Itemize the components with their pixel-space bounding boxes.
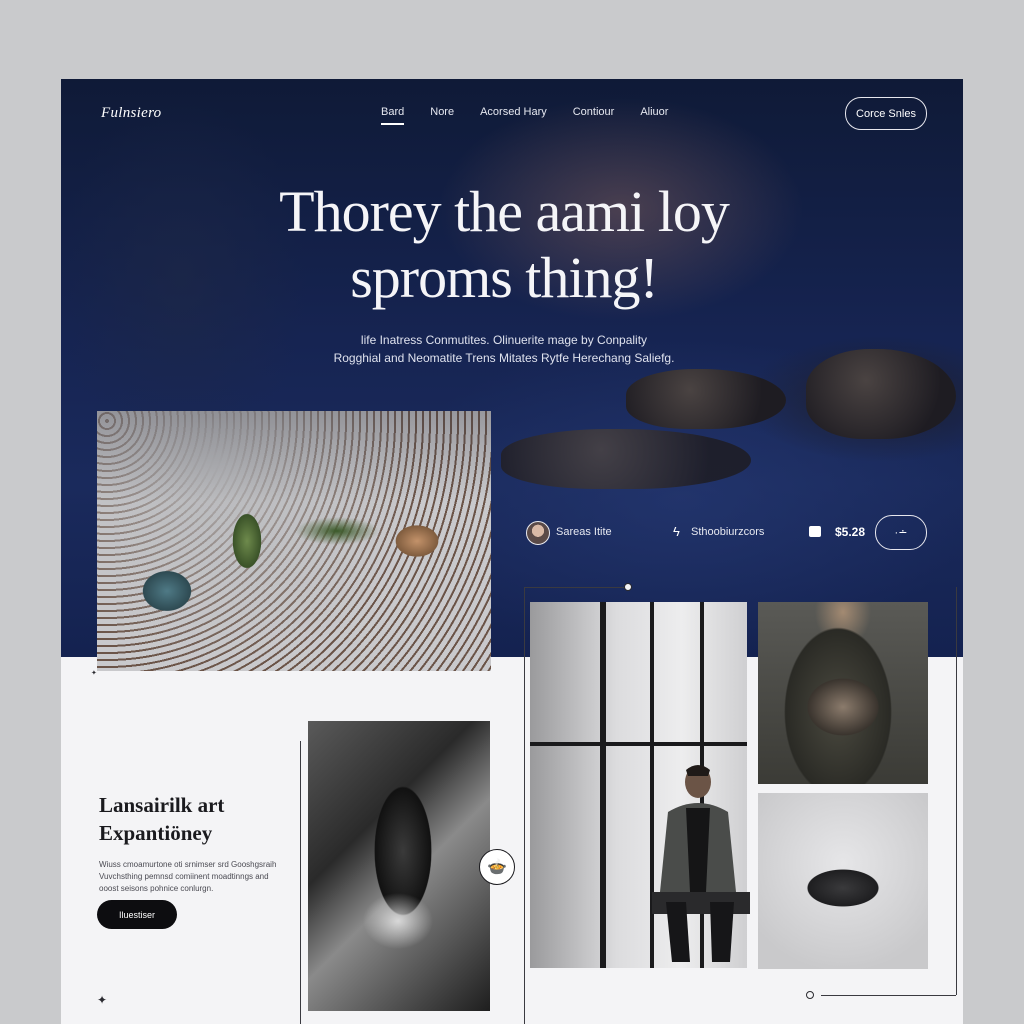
hero-meta-bar: Sareas Itite ϟ Sthoobiurzcors $5.28 ·∸ [526, 515, 946, 551]
author-avatar[interactable] [526, 521, 550, 545]
sparkle-icon: ✦ [91, 670, 97, 677]
nav-link-acorsed[interactable]: Acorsed Hary [480, 106, 547, 118]
divider [956, 587, 957, 995]
hero-subtext-line-1: life Inatress Conmutites. Olinuerite mag… [360, 333, 648, 347]
object-still-life-photo [758, 793, 928, 969]
hero-subtext-line-2: Rogghial and Neomatite Trens Mitates Ryt… [333, 351, 675, 365]
seated-person-figure [652, 765, 750, 962]
hero-headline-line-2: sproms thing! [350, 245, 659, 310]
sand-photo [97, 411, 491, 671]
meta-price: $5.28 [835, 525, 866, 539]
nav-link-bard[interactable]: Bard [381, 106, 405, 125]
landing-page: Fulnsiero Bard Nore Acorsed Hary Contiou… [61, 79, 963, 1024]
feature-text-block: Lansairilk art Expantiöney Wiuss cmoamur… [99, 791, 299, 895]
nav-cta-button[interactable]: Corce Snles [845, 97, 927, 130]
nav-link-nore[interactable]: Nore [430, 106, 454, 118]
hero-headline-line-1: Thorey the aami loy [279, 179, 730, 244]
site-logo[interactable]: Fulnsiero [101, 105, 161, 122]
bolt-icon: ϟ [673, 524, 680, 539]
hero-subtext: life Inatress Conmutites. Olinuerite mag… [61, 331, 947, 367]
hero-rock [501, 429, 751, 489]
divider [300, 741, 301, 1024]
meta-category[interactable]: Sthoobiurzcors [691, 526, 764, 538]
hands-holding-object-photo [758, 602, 928, 784]
connector-dot [624, 583, 632, 591]
connector-dot [806, 991, 814, 999]
main-nav: Bard Nore Acorsed Hary Contiour Aliuor [381, 106, 668, 125]
sparkle-icon: ✦ [97, 993, 108, 1007]
nav-link-contiour[interactable]: Contiour [573, 106, 615, 118]
author-name[interactable]: Sareas Itite [556, 526, 612, 538]
bw-sculpture-photo [308, 721, 490, 1011]
feature-body: Wiuss cmoamurtone oti srnimser srd Goosh… [99, 860, 277, 893]
meta-action-button[interactable]: ·∸ [875, 515, 927, 550]
hero-headline: Thorey the aami loy sproms thing! [61, 179, 947, 311]
nav-link-aliuor[interactable]: Aliuor [640, 106, 668, 118]
divider [524, 587, 525, 1024]
divider [524, 587, 624, 588]
feature-title-line-2: Expantiöney [99, 821, 213, 845]
feature-title-line-1: Lansairilk art [99, 793, 225, 817]
divider [821, 995, 956, 996]
feature-button[interactable]: Iluestiser [97, 900, 177, 929]
bowl-icon[interactable]: 🍲 [479, 849, 515, 885]
hero-rock [626, 369, 786, 429]
feature-title: Lansairilk art Expantiöney [99, 791, 299, 847]
tag-icon [809, 526, 821, 537]
